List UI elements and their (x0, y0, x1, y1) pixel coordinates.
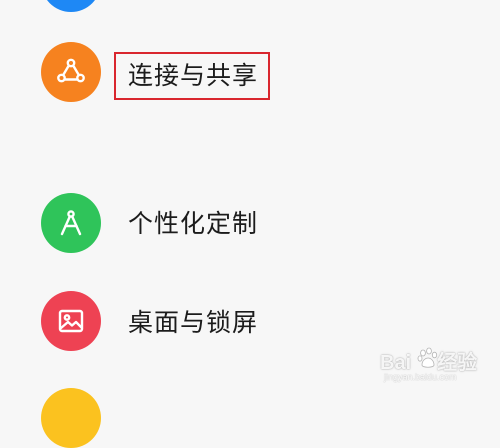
share-connection-icon (41, 42, 101, 102)
watermark-url: jingyan.baidu.com (384, 372, 457, 382)
highlight-box (114, 52, 270, 100)
partial-item-icon-top[interactable] (41, 0, 101, 12)
partial-item-icon-bottom[interactable] (41, 388, 101, 448)
settings-item-label: 桌面与锁屏 (128, 308, 259, 337)
settings-list: 连接与共享 个性化定制 桌面与锁屏 (0, 0, 500, 448)
picture-frame-icon (41, 291, 101, 351)
settings-item-personalization[interactable]: 个性化定制 (0, 185, 500, 265)
settings-item-label: 个性化定制 (128, 209, 259, 238)
compass-personalize-icon (41, 193, 101, 253)
baidu-paw-icon (417, 347, 438, 368)
watermark: Bai 经验 jingyan.baidu.com (380, 346, 492, 390)
